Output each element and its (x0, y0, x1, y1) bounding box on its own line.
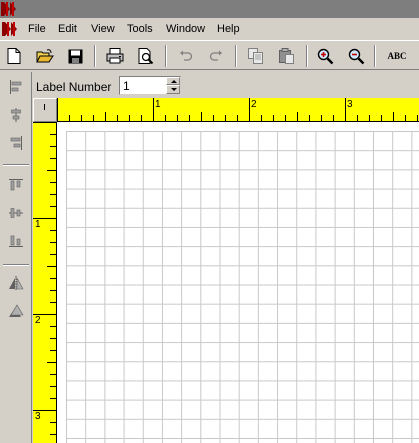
align-center-vertical-button[interactable] (6, 204, 26, 224)
align-top-button[interactable] (6, 176, 26, 196)
label-number-row: Label Number 1 (33, 72, 419, 98)
redo-icon (209, 50, 223, 62)
flip-horizontal-button[interactable] (6, 274, 26, 294)
ruler-origin-mark (44, 104, 45, 110)
toolbar-separator (94, 45, 96, 67)
toolbar-separator (306, 45, 308, 67)
menu-window[interactable]: Window (166, 23, 205, 35)
vertical-ruler-label: 1 (35, 219, 41, 230)
menu-file[interactable]: File (28, 23, 46, 35)
copy-button[interactable] (245, 46, 267, 66)
new-document-icon (7, 48, 21, 64)
spinner-down-button[interactable] (166, 85, 180, 94)
print-icon (106, 48, 124, 64)
label-number-label: Label Number (36, 80, 112, 94)
spell-check-icon: ABC (387, 51, 407, 61)
toolbar-separator (165, 45, 167, 67)
vertical-ruler-ticks (33, 122, 56, 435)
app-logo-icon (1, 2, 17, 16)
print-button[interactable] (104, 46, 126, 66)
undo-button[interactable] (175, 46, 197, 66)
spinner-up-button[interactable] (166, 77, 180, 85)
flip-horizontal-icon (8, 275, 24, 293)
title-bar (0, 0, 419, 18)
align-bottom-icon (9, 234, 23, 251)
sidebar-separator (3, 164, 29, 166)
align-bottom-button[interactable] (6, 232, 26, 252)
redo-button[interactable] (205, 46, 227, 66)
print-preview-icon (138, 48, 154, 64)
horizontal-ruler-ticks (57, 98, 418, 121)
label-canvas: 1 2 3 1 2 3 (33, 98, 419, 443)
align-right-button[interactable] (6, 134, 26, 154)
spell-check-button[interactable]: ABC (383, 46, 411, 66)
horizontal-ruler-label: 3 (347, 99, 353, 110)
flip-vertical-button[interactable] (6, 302, 26, 322)
main-toolbar: ABC (0, 40, 419, 70)
zoom-out-icon (348, 48, 365, 65)
paste-button[interactable] (276, 46, 298, 66)
horizontal-ruler-label: 2 (251, 99, 257, 110)
sidebar-separator (3, 264, 29, 266)
align-left-button[interactable] (6, 78, 26, 98)
undo-icon (179, 50, 193, 62)
vertical-ruler-label: 3 (35, 411, 41, 422)
align-center-horizontal-button[interactable] (6, 106, 26, 126)
ruler-corner[interactable] (33, 98, 57, 122)
label-number-spinner[interactable]: 1 (119, 76, 181, 95)
align-center-vertical-icon (9, 206, 23, 223)
menu-bar: File Edit View Tools Window Help (0, 19, 419, 39)
grid-margin-left (57, 122, 66, 443)
align-top-icon (9, 178, 23, 195)
toolbar-separator (235, 45, 237, 67)
vertical-ruler-label: 2 (35, 315, 41, 326)
paste-icon (279, 48, 295, 64)
alignment-toolbar (0, 72, 32, 443)
toolbar-separator (374, 45, 376, 67)
align-right-icon (9, 135, 23, 153)
horizontal-ruler-label: 1 (155, 99, 161, 110)
open-folder-icon (36, 48, 54, 64)
menu-edit[interactable]: Edit (58, 23, 77, 35)
horizontal-ruler[interactable]: 1 2 3 (57, 98, 419, 122)
label-number-input[interactable]: 1 (123, 79, 130, 93)
grid-margin-top (57, 122, 419, 131)
menu-view[interactable]: View (91, 23, 115, 35)
flip-vertical-icon (8, 303, 24, 321)
zoom-in-button[interactable] (314, 46, 336, 66)
save-button[interactable] (64, 46, 86, 66)
print-preview-button[interactable] (135, 46, 157, 66)
zoom-in-icon (317, 48, 334, 65)
open-button[interactable] (34, 46, 56, 66)
vertical-ruler[interactable]: 1 2 3 (33, 122, 57, 443)
document-logo-icon[interactable] (2, 22, 18, 36)
save-icon (68, 49, 83, 64)
zoom-out-button[interactable] (345, 46, 367, 66)
new-button[interactable] (3, 46, 25, 66)
copy-icon (248, 48, 264, 64)
menu-tools[interactable]: Tools (127, 23, 153, 35)
align-left-icon (9, 79, 23, 97)
align-center-horizontal-icon (9, 107, 23, 125)
menu-help[interactable]: Help (217, 23, 240, 35)
design-grid[interactable] (57, 122, 419, 443)
